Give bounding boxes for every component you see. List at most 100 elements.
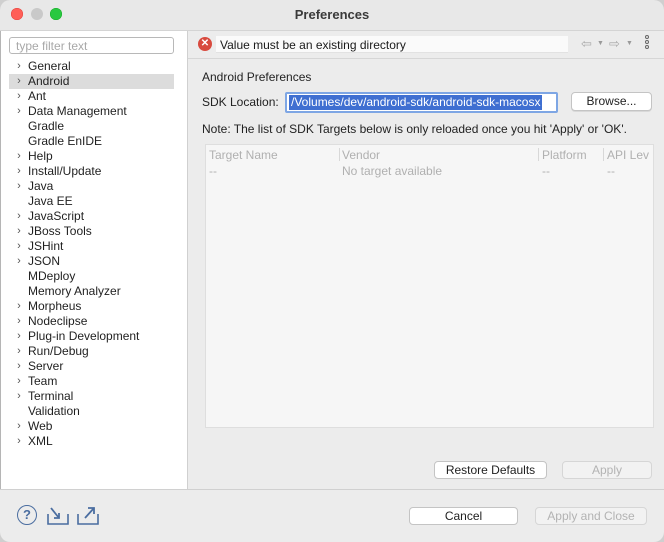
- tree-item-help[interactable]: › Help: [1, 149, 187, 164]
- restore-defaults-button[interactable]: Restore Defaults: [434, 461, 547, 479]
- sdk-location-input[interactable]: /Volumes/dev/android-sdk/android-sdk-mac…: [285, 92, 558, 113]
- column-header-vendor[interactable]: Vendor: [342, 148, 380, 162]
- browse-button[interactable]: Browse...: [571, 92, 652, 111]
- tree-item-label: Ant: [28, 89, 47, 103]
- chevron-right-icon[interactable]: ›: [14, 359, 24, 374]
- chevron-right-icon[interactable]: ›: [14, 299, 24, 314]
- tree-item-label: JavaScript: [28, 209, 85, 223]
- tree-item-jboss-tools[interactable]: › JBoss Tools: [1, 224, 187, 239]
- chevron-right-icon[interactable]: ›: [14, 164, 24, 179]
- tree-item-server[interactable]: › Server: [1, 359, 187, 374]
- chevron-right-icon[interactable]: ›: [14, 254, 24, 269]
- preferences-window: Preferences › General › Android › Ant › Data Ma…: [0, 0, 664, 542]
- cancel-button[interactable]: Cancel: [409, 507, 518, 525]
- tree-item-gradle[interactable]: Gradle: [1, 119, 187, 134]
- chevron-right-icon[interactable]: ›: [14, 329, 24, 344]
- tree-item-label: Web: [28, 419, 53, 433]
- tree-item-label: Nodeclipse: [28, 314, 88, 328]
- tree-item-java-ee[interactable]: Java EE: [1, 194, 187, 209]
- chevron-right-icon[interactable]: ›: [14, 179, 24, 194]
- tree-item-label: Validation: [28, 404, 80, 418]
- message-bar: ✕ Value must be an existing directory ⇦ …: [188, 31, 664, 59]
- chevron-right-icon[interactable]: ›: [14, 314, 24, 329]
- tree-item-label: JBoss Tools: [28, 224, 92, 238]
- column-divider[interactable]: [603, 148, 604, 161]
- tree-item-label: General: [28, 59, 71, 73]
- tree-item-memory-analyzer[interactable]: Memory Analyzer: [1, 284, 187, 299]
- title-bar: Preferences: [0, 0, 664, 31]
- table-cell-target-name: --: [209, 164, 217, 178]
- tree-item-plug-in-development[interactable]: › Plug-in Development: [1, 329, 187, 344]
- filter-input[interactable]: [9, 37, 174, 54]
- chevron-right-icon[interactable]: ›: [14, 59, 24, 74]
- back-history-dropdown-icon[interactable]: ▼: [597, 40, 604, 47]
- tree-item-ant[interactable]: › Ant: [1, 89, 187, 104]
- chevron-right-icon[interactable]: ›: [14, 374, 24, 389]
- tree-item-install-update[interactable]: › Install/Update: [1, 164, 187, 179]
- preference-page: ✕ Value must be an existing directory ⇦ …: [188, 31, 664, 489]
- tree-item-label: XML: [28, 434, 53, 448]
- chevron-right-icon[interactable]: ›: [14, 224, 24, 239]
- column-header-platform[interactable]: Platform: [542, 148, 587, 162]
- sdk-targets-note: Note: The list of SDK Targets below is o…: [202, 122, 627, 136]
- tree-item-java[interactable]: › Java: [1, 179, 187, 194]
- tree-item-validation[interactable]: Validation: [1, 404, 187, 419]
- tree-item-label: Server: [28, 359, 64, 373]
- tree-item-javascript[interactable]: › JavaScript: [1, 209, 187, 224]
- tree-item-json[interactable]: › JSON: [1, 254, 187, 269]
- more-options-icon[interactable]: [643, 35, 651, 53]
- tree-item-web[interactable]: › Web: [1, 419, 187, 434]
- tree-item-general[interactable]: › General: [1, 59, 187, 74]
- import-icon[interactable]: [46, 504, 70, 526]
- tree-item-mdeploy[interactable]: MDeploy: [1, 269, 187, 284]
- tree-item-label: Android: [28, 74, 70, 88]
- sdk-targets-table[interactable]: Target Name Vendor Platform API Lev -- N…: [205, 144, 654, 428]
- tree-item-morpheus[interactable]: › Morpheus: [1, 299, 187, 314]
- tree-item-nodeclipse[interactable]: › Nodeclipse: [1, 314, 187, 329]
- export-icon[interactable]: [76, 504, 100, 526]
- chevron-right-icon[interactable]: ›: [14, 74, 24, 89]
- chevron-right-icon[interactable]: ›: [14, 389, 24, 404]
- tree-item-label: Java: [28, 179, 54, 193]
- chevron-right-icon[interactable]: ›: [14, 149, 24, 164]
- tree-item-gradle-enide[interactable]: Gradle EnIDE: [1, 134, 187, 149]
- column-header-target-name[interactable]: Target Name: [209, 148, 278, 162]
- tree-item-label: Morpheus: [28, 299, 82, 313]
- sdk-location-label: SDK Location:: [202, 95, 279, 109]
- tree-item-data-management[interactable]: › Data Management: [1, 104, 187, 119]
- tree-item-run-debug[interactable]: › Run/Debug: [1, 344, 187, 359]
- chevron-right-icon[interactable]: ›: [14, 104, 24, 119]
- tree-item-label: JSON: [28, 254, 61, 268]
- tree-item-team[interactable]: › Team: [1, 374, 187, 389]
- back-arrow-icon[interactable]: ⇦: [581, 36, 592, 52]
- column-divider[interactable]: [538, 148, 539, 161]
- chevron-right-icon[interactable]: ›: [14, 434, 24, 449]
- tree-item-jshint[interactable]: › JSHint: [1, 239, 187, 254]
- chevron-right-icon[interactable]: ›: [14, 89, 24, 104]
- preferences-tree-pane: ›General›Android›Ant›Data ManagementGrad…: [1, 31, 188, 489]
- tree-item-label: Run/Debug: [28, 344, 89, 358]
- tree-item-terminal[interactable]: › Terminal: [1, 389, 187, 404]
- section-title: Android Preferences: [202, 70, 312, 84]
- tree-item-label: MDeploy: [28, 269, 76, 283]
- tree-item-label: Plug-in Development: [28, 329, 140, 343]
- table-cell-vendor: No target available: [342, 164, 443, 178]
- forward-history-dropdown-icon[interactable]: ▼: [626, 40, 633, 47]
- chevron-right-icon[interactable]: ›: [14, 419, 24, 434]
- table-cell-api-level: --: [607, 164, 615, 178]
- forward-arrow-icon[interactable]: ⇨: [609, 36, 620, 52]
- tree-item-xml[interactable]: › XML: [1, 434, 187, 449]
- column-divider[interactable]: [339, 148, 340, 161]
- tree-item-label: JSHint: [28, 239, 64, 253]
- chevron-right-icon[interactable]: ›: [14, 239, 24, 254]
- tree-item-android[interactable]: › Android: [9, 74, 174, 89]
- chevron-right-icon[interactable]: ›: [14, 209, 24, 224]
- help-icon[interactable]: ?: [17, 505, 37, 525]
- error-message: Value must be an existing directory: [220, 38, 406, 52]
- chevron-right-icon[interactable]: ›: [14, 344, 24, 359]
- tree-item-label: Team: [28, 374, 58, 388]
- apply-and-close-button[interactable]: Apply and Close: [535, 507, 647, 525]
- column-header-api-level[interactable]: API Lev: [607, 148, 649, 162]
- preferences-tree: › General › Android › Ant › Data Management Grad…: [1, 59, 187, 449]
- apply-button[interactable]: Apply: [562, 461, 652, 479]
